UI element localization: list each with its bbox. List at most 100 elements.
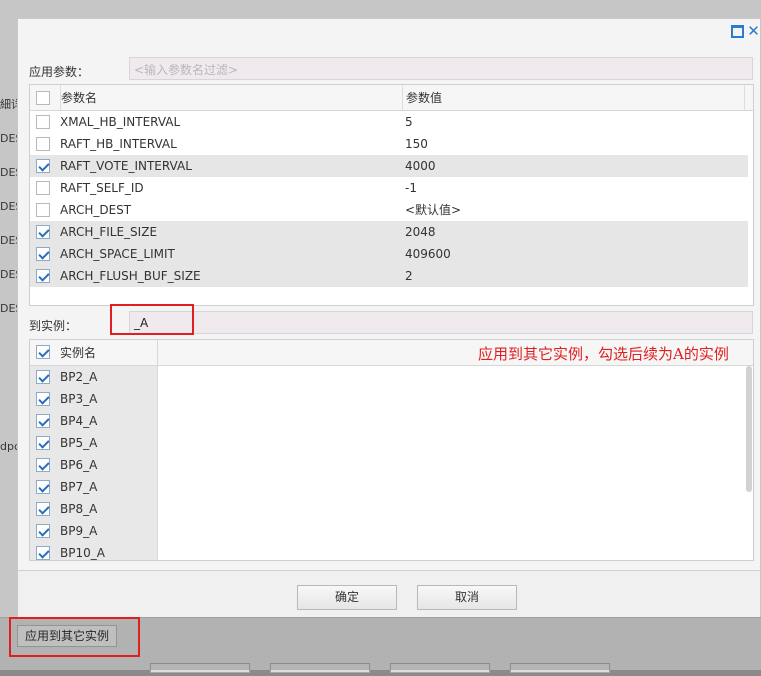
background-button: [270, 663, 370, 673]
select-all-instances-checkbox[interactable]: [36, 345, 50, 359]
instances-grid: 实例名 BP2_A BP3_A BP4_A BP5_A BP6_A BP7_A BP8_A B…: [29, 339, 754, 561]
instances-scrollbar[interactable]: [746, 366, 752, 492]
instance-name: BP5_A: [60, 436, 98, 450]
instances-grid-header: 实例名: [30, 340, 157, 366]
instance-label: 到实例：: [29, 319, 78, 333]
instance-row[interactable]: BP4_A: [30, 410, 157, 432]
instance-name-header: 实例名: [60, 346, 97, 360]
param-value: 409600: [405, 247, 451, 261]
param-row[interactable]: ARCH_DEST <默认值>: [30, 199, 748, 221]
background-row: DES 00: [0, 234, 18, 247]
param-row[interactable]: RAFT_VOTE_INTERVAL 4000: [30, 155, 748, 177]
background-row: DES 00: [0, 302, 18, 315]
instances-grid-header-filler: 应用到其它实例，勾选后续为A的实例: [158, 340, 753, 366]
params-grid-header: 参数名 参数值: [30, 85, 753, 111]
param-row[interactable]: ARCH_FLUSH_BUF_SIZE 2: [30, 265, 748, 287]
param-value: 2048: [405, 225, 436, 239]
params-grid-body: XMAL_HB_INTERVAL 5 RAFT_HB_INTERVAL 150 RAFT…: [30, 111, 753, 287]
instances-grid-body: BP2_A BP3_A BP4_A BP5_A BP6_A BP7_A BP8_A BP9_A…: [30, 366, 157, 560]
instance-name: BP2_A: [60, 370, 98, 384]
param-value: -1: [405, 181, 417, 195]
dialog-footer: 确定 取消: [18, 570, 760, 617]
param-row[interactable]: RAFT_HB_INTERVAL 150: [30, 133, 748, 155]
instance-row[interactable]: BP9_A: [30, 520, 157, 542]
instance-filter-input[interactable]: _A: [129, 311, 753, 334]
cancel-button[interactable]: 取消: [417, 585, 517, 610]
params-grid: 参数名 参数值 XMAL_HB_INTERVAL 5 RAFT_HB_INTERVA…: [29, 84, 754, 306]
background-row: [0, 367, 18, 401]
instance-name: BP7_A: [60, 480, 98, 494]
maximize-icon[interactable]: [731, 25, 744, 38]
background-row: DES 10: [0, 268, 18, 281]
param-value: 4000: [405, 159, 436, 173]
instances-column: 实例名 BP2_A BP3_A BP4_A BP5_A BP6_A BP7_A BP8_A B…: [30, 340, 158, 560]
grid-header-scroll-cap: [744, 85, 753, 111]
instance-row[interactable]: BP7_A: [30, 476, 157, 498]
param-row-checkbox[interactable]: [36, 159, 50, 173]
param-filter-input[interactable]: <输入参数名过滤>: [129, 57, 753, 80]
annotation-text: 应用到其它实例，勾选后续为A的实例: [478, 345, 729, 363]
instance-row-checkbox[interactable]: [36, 392, 50, 406]
param-name-header-label: 参数名: [61, 91, 98, 105]
instance-row-checkbox[interactable]: [36, 458, 50, 472]
instance-name: BP9_A: [60, 524, 98, 538]
ok-button[interactable]: 确定: [297, 585, 397, 610]
instance-name: BP3_A: [60, 392, 98, 406]
background-side-fragment: dpc: [0, 440, 18, 453]
param-name: RAFT_VOTE_INTERVAL: [60, 159, 192, 173]
instance-name: BP10_A: [60, 546, 105, 560]
instance-row[interactable]: BP10_A: [30, 542, 157, 560]
instance-filter-highlight: [110, 304, 194, 335]
param-row[interactable]: XMAL_HB_INTERVAL 5: [30, 111, 748, 133]
instance-row[interactable]: BP3_A: [30, 388, 157, 410]
background-row: DES RVA: [0, 132, 18, 145]
select-all-params-checkbox[interactable]: [36, 91, 50, 105]
filter-label: 应用参数：: [29, 65, 90, 79]
param-row[interactable]: ARCH_SPACE_LIMIT 409600: [30, 243, 748, 265]
param-name: ARCH_DEST: [60, 203, 132, 217]
instance-row-checkbox[interactable]: [36, 546, 50, 560]
param-row-checkbox[interactable]: [36, 115, 50, 129]
instance-row[interactable]: BP2_A: [30, 366, 157, 388]
background-row: [0, 333, 18, 367]
instance-row-checkbox[interactable]: [36, 370, 50, 384]
instance-row[interactable]: BP8_A: [30, 498, 157, 520]
param-name-header: 参数名: [60, 85, 404, 111]
background-row: [0, 401, 18, 435]
instance-row[interactable]: BP5_A: [30, 432, 157, 454]
param-row[interactable]: RAFT_SELF_ID -1: [30, 177, 748, 199]
instance-name: BP6_A: [60, 458, 98, 472]
param-row[interactable]: ARCH_FILE_SIZE 2048: [30, 221, 748, 243]
param-value: <默认值>: [405, 203, 462, 217]
background-button: [390, 663, 490, 673]
instance-row-checkbox[interactable]: [36, 436, 50, 450]
instance-name: BP4_A: [60, 414, 98, 428]
apply-params-dialog: ✕ 应用参数： <输入参数名过滤> 参数名 参数值 XMAL_HB_INTERV…: [17, 18, 761, 617]
param-name: ARCH_FILE_SIZE: [60, 225, 158, 239]
close-icon[interactable]: ✕: [747, 24, 760, 39]
param-value: 150: [405, 137, 428, 151]
param-value-header: 参数值: [402, 85, 746, 111]
param-name: ARCH_FLUSH_BUF_SIZE: [60, 269, 201, 283]
instance-row-checkbox[interactable]: [36, 524, 50, 538]
background-bottom-buttons: [150, 662, 630, 676]
background-button: [150, 663, 250, 673]
background-row: DES 00: [0, 200, 18, 213]
instance-row-checkbox[interactable]: [36, 414, 50, 428]
background-button: [510, 663, 610, 673]
param-row-checkbox[interactable]: [36, 181, 50, 195]
background-row: 細详: [0, 98, 18, 111]
param-row-checkbox[interactable]: [36, 137, 50, 151]
instance-name: BP8_A: [60, 502, 98, 516]
param-value: 2: [405, 269, 413, 283]
param-row-checkbox[interactable]: [36, 225, 50, 239]
instance-row[interactable]: BP6_A: [30, 454, 157, 476]
param-row-checkbox[interactable]: [36, 269, 50, 283]
param-name: ARCH_SPACE_LIMIT: [60, 247, 175, 261]
background-table-fragments: 細详 DES RVA DES 10 DES 00 DES 00 DES 10 D…: [0, 95, 18, 469]
param-row-checkbox[interactable]: [36, 203, 50, 217]
param-row-checkbox[interactable]: [36, 247, 50, 261]
dialog-titlebar: ✕: [18, 19, 760, 45]
instance-row-checkbox[interactable]: [36, 502, 50, 516]
instance-row-checkbox[interactable]: [36, 480, 50, 494]
